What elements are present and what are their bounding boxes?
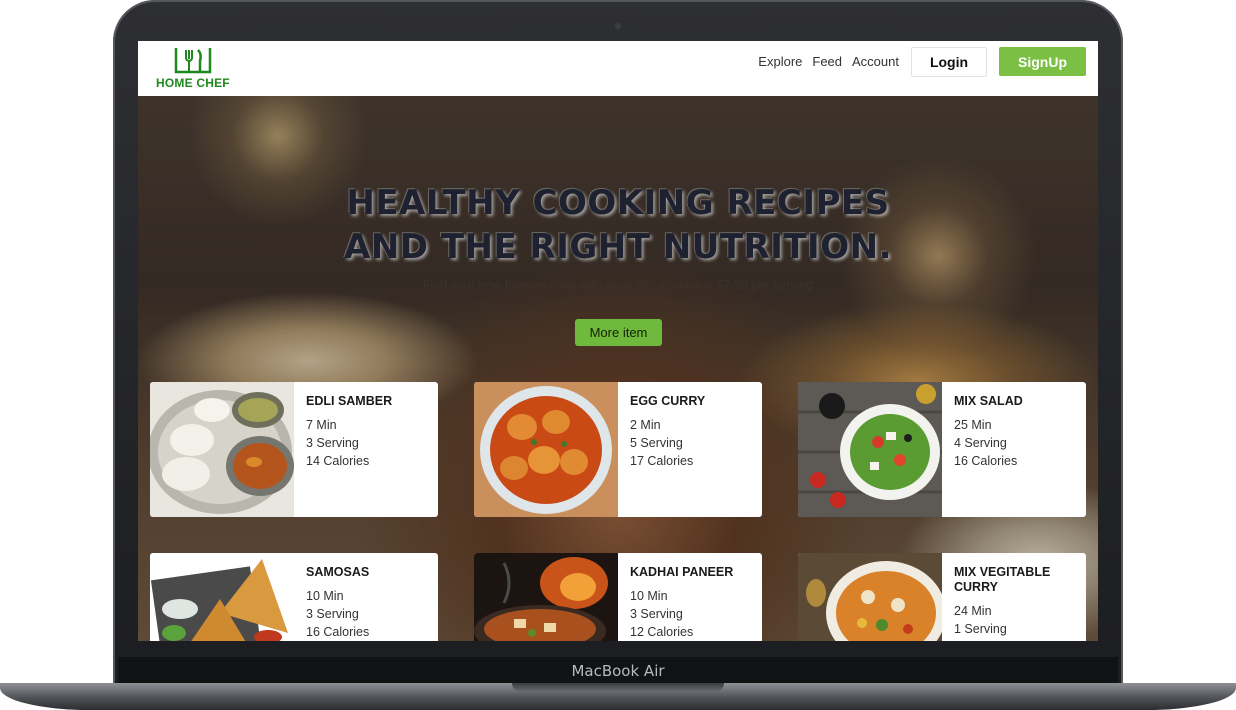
home-chef-logo[interactable]: HOME CHEF xyxy=(156,46,236,92)
recipe-calories: 16 Calories xyxy=(306,625,370,639)
recipe-servings: 3 Serving xyxy=(630,607,683,621)
device-label: MacBook Air xyxy=(571,662,665,680)
nav-links: Explore Feed Account xyxy=(758,54,899,69)
recipe-title: MIX VEGITABLE CURRY xyxy=(954,565,1051,594)
hero-title: HEALTHY COOKING RECIPES AND THE RIGHT NU… xyxy=(138,181,1098,269)
recipe-title: EGG CURRY xyxy=(630,394,706,408)
recipe-card-body: MIX SALAD 25 Min 4 Serving 16 Calories xyxy=(954,394,1080,470)
hero-title-line-1: HEALTHY COOKING RECIPES xyxy=(346,183,890,223)
recipe-calories: 14 Calories xyxy=(306,454,370,468)
hero-subtitle: Find your new favorite meal with meal ki… xyxy=(422,278,814,292)
recipe-servings: 3 Serving xyxy=(306,607,359,621)
recipe-card-body: MIX VEGITABLE CURRY 24 Min 1 Serving xyxy=(954,565,1080,638)
brand-name: HOME CHEF xyxy=(156,76,230,90)
browser-viewport: HOME CHEF Explore Feed Account Login Sig… xyxy=(138,41,1098,641)
recipe-title: KADHAI PANEER xyxy=(630,565,734,579)
samosas-photo xyxy=(150,553,294,641)
recipe-card[interactable]: EDLI SAMBER 7 Min 3 Serving 14 Calories xyxy=(150,382,438,517)
recipe-card-body: EDLI SAMBER 7 Min 3 Serving 14 Calories xyxy=(306,394,432,470)
recipe-time: 2 Min xyxy=(630,418,661,432)
recipe-servings: 1 Serving xyxy=(954,622,1007,636)
recipe-card-body: KADHAI PANEER 10 Min 3 Serving 12 Calori… xyxy=(630,565,756,641)
kadhai-paneer-photo xyxy=(474,553,618,641)
nav-feed-link[interactable]: Feed xyxy=(812,54,842,69)
recipe-card[interactable]: MIX SALAD 25 Min 4 Serving 16 Calories xyxy=(798,382,1086,517)
recipe-card-body: SAMOSAS 10 Min 3 Serving 16 Calories xyxy=(306,565,432,641)
recipe-card[interactable]: EGG CURRY 2 Min 5 Serving 17 Calories xyxy=(474,382,762,517)
recipe-servings: 5 Serving xyxy=(630,436,683,450)
recipe-time: 10 Min xyxy=(630,589,668,603)
recipe-calories: 17 Calories xyxy=(630,454,694,468)
camera-icon xyxy=(615,23,621,29)
fork-knife-logo-icon xyxy=(174,48,212,74)
recipe-servings: 3 Serving xyxy=(306,436,359,450)
laptop-notch xyxy=(512,683,724,692)
recipe-time: 24 Min xyxy=(954,604,992,618)
idli-sambar-photo xyxy=(150,382,294,517)
login-button[interactable]: Login xyxy=(911,47,987,77)
recipe-card-body: EGG CURRY 2 Min 5 Serving 17 Calories xyxy=(630,394,756,470)
nav-explore-link[interactable]: Explore xyxy=(758,54,802,69)
recipe-time: 10 Min xyxy=(306,589,344,603)
nav-account-link[interactable]: Account xyxy=(852,54,899,69)
more-item-button[interactable]: More item xyxy=(575,319,662,346)
recipe-card[interactable]: KADHAI PANEER 10 Min 3 Serving 12 Calori… xyxy=(474,553,762,641)
recipe-servings: 4 Serving xyxy=(954,436,1007,450)
egg-curry-photo xyxy=(474,382,618,517)
recipe-time: 25 Min xyxy=(954,418,992,432)
top-navbar: HOME CHEF Explore Feed Account Login Sig… xyxy=(138,41,1098,96)
recipe-title: EDLI SAMBER xyxy=(306,394,393,408)
hero-title-line-2: AND THE RIGHT NUTRITION. xyxy=(344,227,892,267)
recipe-card[interactable]: MIX VEGITABLE CURRY 24 Min 1 Serving xyxy=(798,553,1086,641)
recipe-calories: 16 Calories xyxy=(954,454,1018,468)
recipe-title: SAMOSAS xyxy=(306,565,370,579)
recipe-title: MIX SALAD xyxy=(954,394,1023,408)
mix-salad-photo xyxy=(798,382,942,517)
recipe-calories: 12 Calories xyxy=(630,625,694,639)
mix-vegetable-curry-photo xyxy=(798,553,942,641)
recipe-time: 7 Min xyxy=(306,418,337,432)
signup-button[interactable]: SignUp xyxy=(999,47,1086,76)
recipe-card[interactable]: SAMOSAS 10 Min 3 Serving 16 Calories xyxy=(150,553,438,641)
